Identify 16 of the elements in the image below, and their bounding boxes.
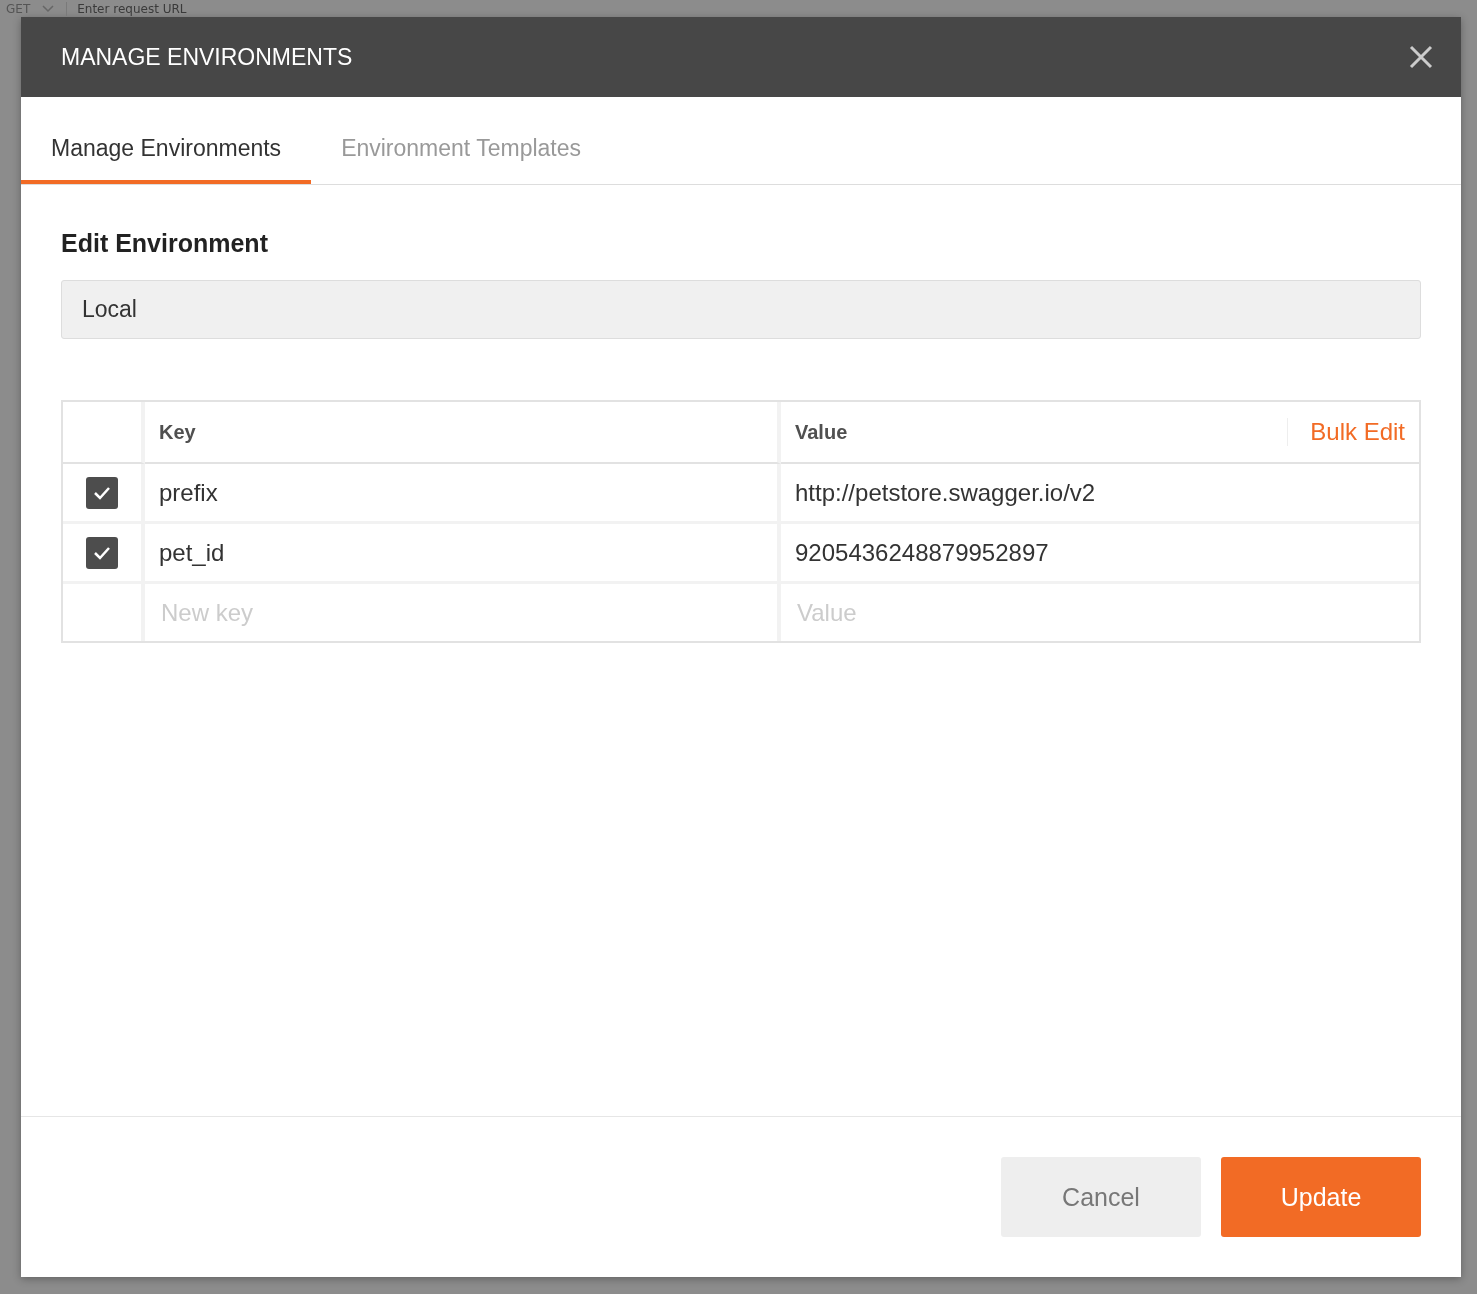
checkmark-icon (93, 485, 111, 500)
key-cell[interactable]: pet_id (145, 524, 781, 584)
section-title: Edit Environment (61, 229, 269, 258)
column-header: Key (145, 402, 781, 464)
tab[interactable]: Manage Environments (21, 117, 312, 184)
checkbox[interactable] (86, 536, 118, 569)
value-cell[interactable]: http://petstore.swagger.io/v2 (781, 464, 1419, 524)
dialog-title: MANAGE ENVIRONMENTS (61, 43, 353, 71)
value-cell[interactable]: 9205436248879952897 (781, 524, 1419, 584)
close-icon[interactable] (1409, 45, 1433, 69)
environment-name-field[interactable]: Local (61, 280, 1421, 339)
checkbox[interactable] (86, 476, 118, 509)
key-cell[interactable]: prefix (145, 464, 781, 524)
column-header: Value (795, 420, 848, 444)
checkmark-icon (93, 545, 111, 560)
cancel-button[interactable]: Cancel (1001, 1157, 1201, 1237)
